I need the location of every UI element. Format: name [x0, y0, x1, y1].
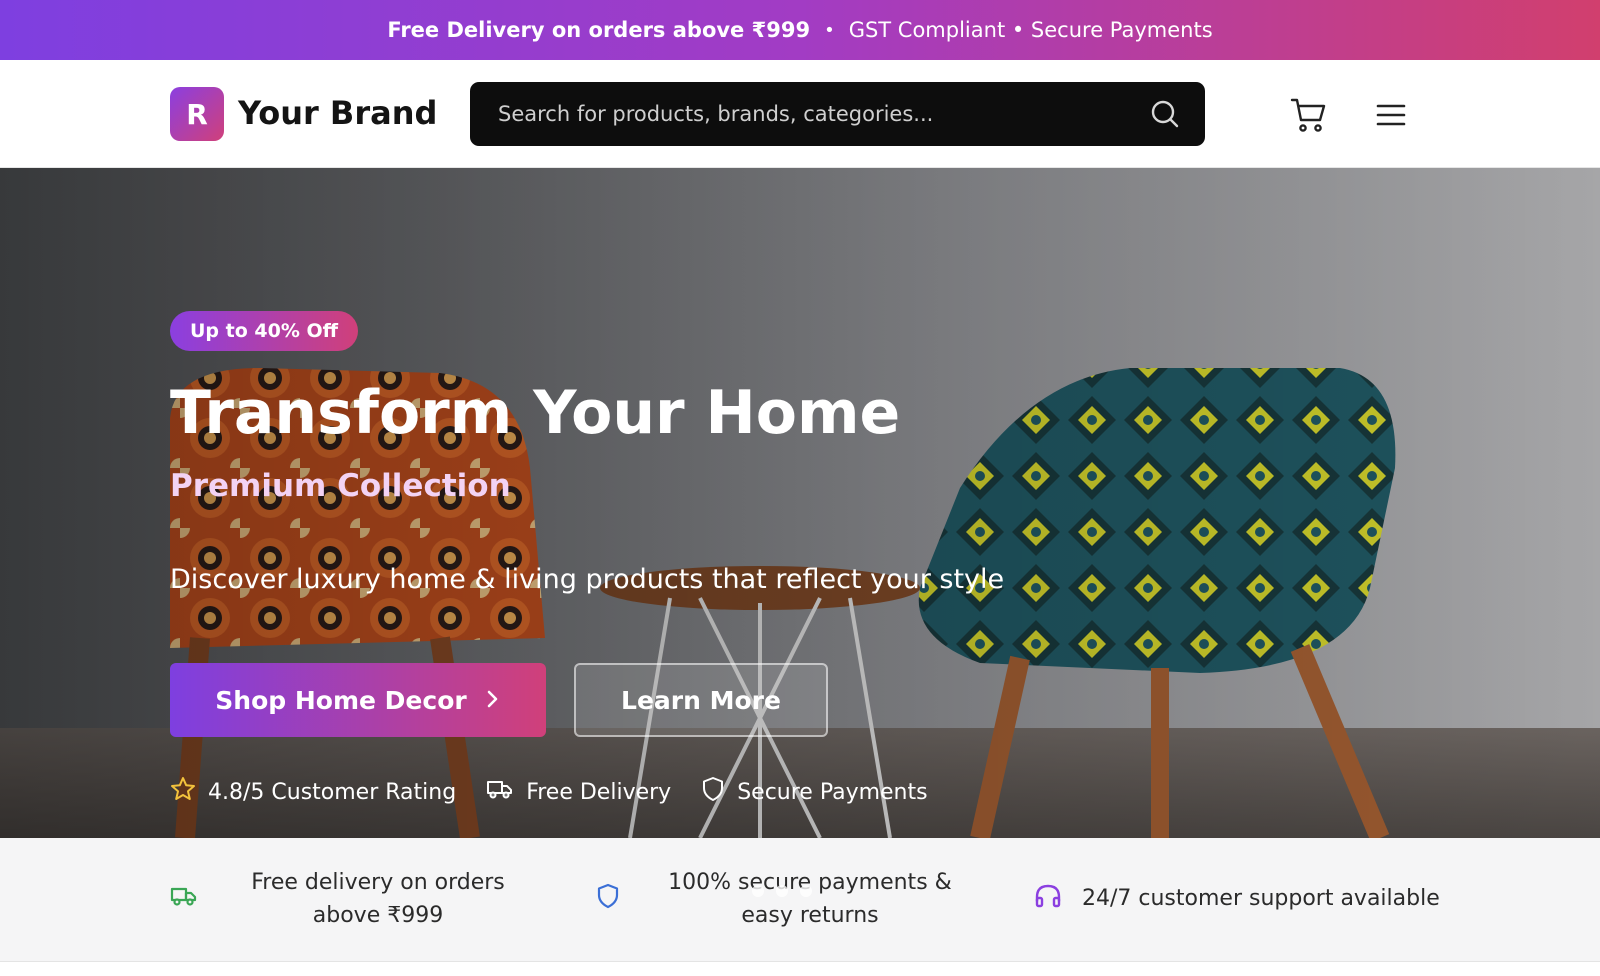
feature-text: Free delivery on orders above ₹999 — [251, 870, 505, 928]
carousel-dots — [752, 885, 812, 897]
truck-icon — [170, 884, 198, 914]
trust-item-secure: Secure Payments — [701, 776, 928, 808]
truck-icon — [486, 777, 514, 807]
carousel-dot[interactable] — [800, 885, 812, 897]
hero-description: Discover luxury home & living products t… — [170, 564, 1005, 595]
shield-icon — [701, 776, 725, 808]
trust-label: Free Delivery — [526, 779, 672, 805]
learn-more-label: Learn More — [621, 685, 781, 715]
logo-letter: R — [186, 97, 208, 131]
cart-icon[interactable] — [1290, 96, 1328, 134]
headphones-icon — [1034, 883, 1062, 915]
feature-text: 24/7 customer support available — [1082, 886, 1440, 911]
trust-item-rating: 4.8/5 Customer Rating — [170, 776, 456, 808]
announcement-separator: • — [824, 19, 835, 41]
carousel-dot[interactable] — [776, 885, 788, 897]
hero-banner: Up to 40% Off Transform Your Home Premiu… — [0, 168, 1600, 838]
chevron-right-icon — [485, 686, 501, 715]
hero-subtitle: Premium Collection — [170, 468, 511, 504]
shop-home-decor-button[interactable]: Shop Home Decor — [170, 663, 546, 737]
feature-free-delivery: Free delivery on orders above ₹999 — [170, 866, 538, 932]
site-header: R Your Brand — [0, 60, 1600, 168]
feature-support: 24/7 customer support available — [1034, 882, 1440, 915]
menu-icon[interactable] — [1374, 98, 1408, 132]
trust-label: Secure Payments — [737, 779, 928, 805]
trust-indicators: 4.8/5 Customer Rating Free Delivery Secu… — [170, 776, 928, 808]
brand-name[interactable]: Your Brand — [238, 94, 437, 132]
learn-more-button[interactable]: Learn More — [574, 663, 828, 737]
shield-icon — [596, 883, 620, 915]
announcement-text: GST Compliant • Secure Payments — [848, 18, 1213, 42]
search-bar — [470, 82, 1205, 146]
logo[interactable]: R — [170, 87, 224, 141]
trust-label: 4.8/5 Customer Rating — [208, 779, 457, 805]
feature-text: 100% secure payments & easy returns — [668, 870, 952, 928]
star-icon — [170, 776, 196, 808]
search-icon[interactable] — [1133, 82, 1197, 146]
shop-button-label: Shop Home Decor — [215, 685, 467, 715]
announcement-highlight: Free Delivery on orders above ₹999 — [387, 18, 811, 42]
discount-badge: Up to 40% Off — [170, 311, 359, 351]
search-input[interactable] — [470, 82, 1133, 146]
carousel-dot[interactable] — [752, 885, 764, 897]
announcement-bar: Free Delivery on orders above ₹999 • GST… — [0, 0, 1600, 60]
hero-title: Transform Your Home — [170, 378, 901, 448]
trust-item-delivery: Free Delivery — [486, 777, 671, 807]
feature-secure-payments: 100% secure payments & easy returns — [596, 866, 980, 932]
features-strip: Free delivery on orders above ₹999 100% … — [0, 838, 1600, 962]
